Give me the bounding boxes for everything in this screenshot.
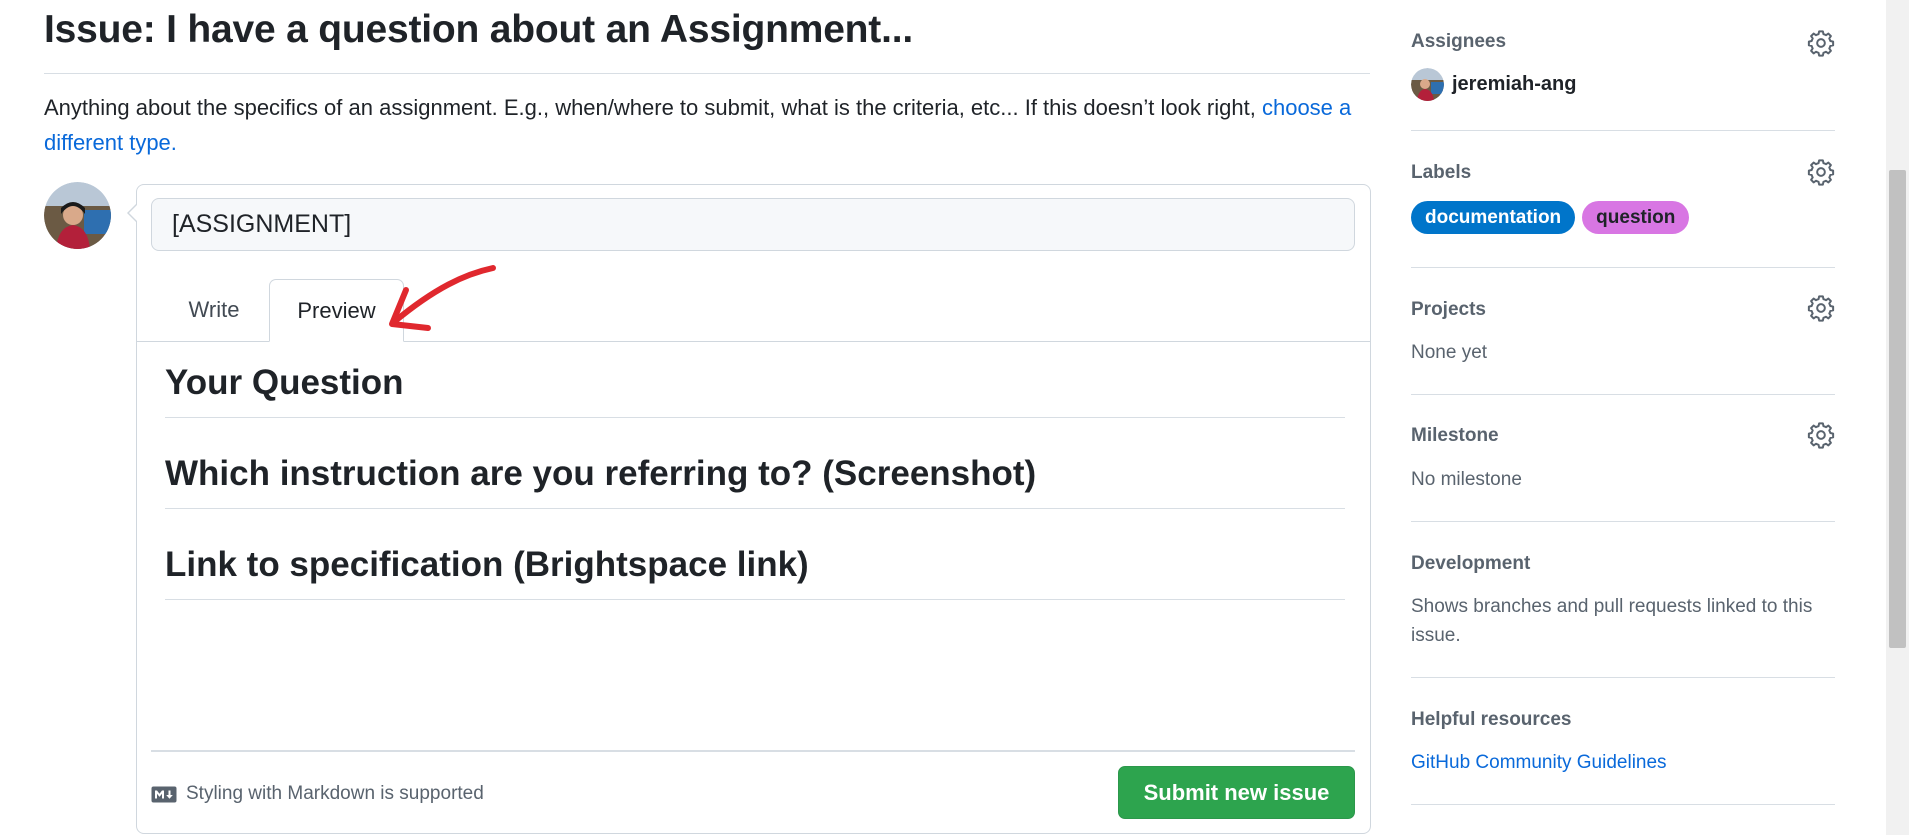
preview-heading: Link to specification (Brightspace link)	[165, 545, 1345, 600]
avatar-image	[44, 182, 111, 249]
issue-sidebar: Assignees jeremiah-ang Labels documentat…	[1411, 0, 1835, 835]
issue-main: Issue: I have a question about an Assign…	[0, 0, 1390, 835]
page-title: Issue: I have a question about an Assign…	[44, 8, 913, 51]
markdown-note-text: Styling with Markdown is supported	[186, 783, 484, 804]
assignee-username: jeremiah-ang	[1452, 73, 1577, 95]
markdown-preview: Your Question Which instruction are you …	[165, 363, 1345, 636]
tab-write[interactable]: Write	[151, 279, 277, 341]
development-heading: Development	[1411, 553, 1531, 574]
avatar-image	[1411, 68, 1444, 101]
projects-heading[interactable]: Projects	[1411, 299, 1486, 321]
development-value: Shows branches and pull requests linked …	[1411, 596, 1813, 646]
markdown-icon	[151, 786, 177, 802]
sidebar-helpful-resources: Helpful resources GitHub Community Guide…	[1411, 678, 1835, 805]
assignees-heading[interactable]: Assignees	[1411, 31, 1506, 53]
milestone-value: No milestone	[1411, 469, 1522, 490]
preview-heading: Your Question	[165, 363, 1345, 418]
helpful-resources-heading: Helpful resources	[1411, 709, 1572, 730]
avatar	[1411, 68, 1444, 101]
label-list: documentation question	[1411, 201, 1690, 234]
projects-value: None yet	[1411, 342, 1488, 363]
labels-heading[interactable]: Labels	[1411, 162, 1471, 184]
sidebar-labels: Labels	[1411, 131, 1835, 268]
composer-footer-divider	[151, 750, 1355, 752]
issue-title-input[interactable]	[151, 198, 1355, 251]
sidebar-development: Development Shows branches and pull requ…	[1411, 522, 1835, 678]
markdown-support-note[interactable]: Styling with Markdown is supported	[151, 783, 484, 805]
scrollbar-thumb[interactable]	[1889, 170, 1906, 648]
gear-icon[interactable]	[1807, 29, 1835, 57]
sidebar-milestone: Milestone No milestone	[1411, 395, 1835, 522]
avatar[interactable]	[44, 182, 111, 249]
milestone-heading[interactable]: Milestone	[1411, 425, 1499, 447]
assignee-item[interactable]: jeremiah-ang	[1411, 68, 1576, 101]
sidebar-assignees: Assignees jeremiah-ang	[1411, 0, 1835, 131]
divider	[44, 73, 1370, 74]
community-guidelines-link[interactable]: GitHub Community Guidelines	[1411, 752, 1667, 774]
description-text: Anything about the specifics of an assig…	[44, 95, 1256, 120]
preview-heading: Which instruction are you referring to? …	[165, 454, 1345, 509]
gear-icon[interactable]	[1807, 294, 1835, 322]
sidebar-projects: Projects None yet	[1411, 268, 1835, 395]
gear-icon[interactable]	[1807, 158, 1835, 186]
label-question[interactable]: question	[1582, 201, 1690, 234]
gear-icon[interactable]	[1807, 421, 1835, 449]
annotation-arrow	[389, 265, 496, 331]
submit-new-issue-button[interactable]: Submit new issue	[1118, 766, 1355, 819]
issue-composer: Write Preview Your Question Which instru…	[136, 184, 1371, 834]
issue-type-description: Anything about the specifics of an assig…	[44, 90, 1364, 160]
comment-caret-fill	[129, 204, 138, 222]
label-documentation[interactable]: documentation	[1411, 201, 1576, 234]
